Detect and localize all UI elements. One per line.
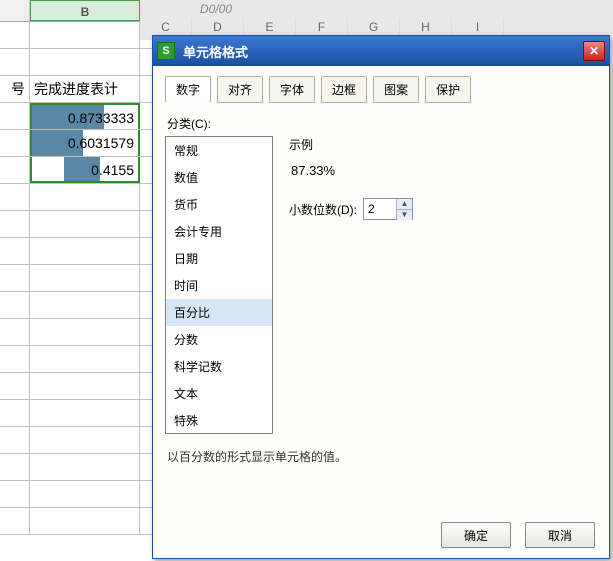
cat-number[interactable]: 数值 [166,164,272,191]
cancel-button[interactable]: 取消 [525,522,595,548]
cell-col-title[interactable]: 完成进度表计 [30,76,140,102]
cell-format-dialog: S 单元格格式 ✕ 数字 对齐 字体 边框 图案 保护 分类(C): 常规 数值… [152,35,610,559]
tab-number[interactable]: 数字 [165,76,211,103]
grid-row: 0.6031579 [0,130,155,157]
example-value: 87.33% [291,163,597,178]
example-box: 示例 87.33% [289,136,597,178]
grid-row: 0.8733333 [0,103,155,130]
formula-bar[interactable]: D0/00 [200,2,232,16]
cell-B-1[interactable]: 0.8733333 [30,103,140,129]
dialog-title: 单元格格式 [183,42,583,61]
tab-bar: 数字 对齐 字体 边框 图案 保护 [165,76,597,103]
cat-scientific[interactable]: 科学记数 [166,353,272,380]
main-row: 常规 数值 货币 会计专用 日期 时间 百分比 分数 科学记数 文本 特殊 自定… [165,136,597,434]
dialog-body: 数字 对齐 字体 边框 图案 保护 分类(C): 常规 数值 货币 会计专用 日… [153,66,609,508]
cell-B-3[interactable]: 0.4155 [30,157,140,183]
grid-rows: 号 完成进度表计 0.8733333 0.6031579 0.4155 [0,22,155,535]
cat-text[interactable]: 文本 [166,380,272,407]
decimal-places-row: 小数位数(D): ▲ ▼ [289,198,597,220]
tab-protection[interactable]: 保护 [425,76,471,103]
decimal-label: 小数位数(D): [289,201,357,218]
cat-time[interactable]: 时间 [166,272,272,299]
category-label: 分类(C): [167,115,597,132]
top-chrome: D0/00 C D E F G H I [140,0,613,40]
spreadsheet-background: B 号 完成进度表计 0.8733333 0.6031579 0.4155 [0,0,155,561]
col-header-corner[interactable] [0,0,30,21]
cat-date[interactable]: 日期 [166,245,272,272]
spinner-up-icon[interactable]: ▲ [397,199,412,210]
dialog-titlebar[interactable]: S 单元格格式 ✕ [153,36,609,66]
grid-row-header: 号 完成进度表计 [0,76,155,103]
decimal-spinner[interactable]: ▲ ▼ [363,198,413,220]
cat-general[interactable]: 常规 [166,137,272,164]
tab-alignment[interactable]: 对齐 [217,76,263,103]
cat-percentage[interactable]: 百分比 [166,299,272,326]
dialog-button-row: 确定 取消 [441,522,595,548]
grid-row: 0.4155 [0,157,155,184]
cat-accounting[interactable]: 会计专用 [166,218,272,245]
cat-fraction[interactable]: 分数 [166,326,272,353]
decimal-input[interactable] [364,199,396,219]
tab-font[interactable]: 字体 [269,76,315,103]
cell-B-2[interactable]: 0.6031579 [30,130,140,156]
category-list[interactable]: 常规 数值 货币 会计专用 日期 时间 百分比 分数 科学记数 文本 特殊 自定… [165,136,273,434]
example-label: 示例 [289,136,597,153]
ok-button[interactable]: 确定 [441,522,511,548]
app-icon: S [157,42,175,60]
cat-special[interactable]: 特殊 [166,407,272,434]
col-header-B[interactable]: B [30,0,140,21]
column-header-row: B [0,0,155,22]
format-help-text: 以百分数的形式显示单元格的值。 [167,448,597,465]
cat-currency[interactable]: 货币 [166,191,272,218]
right-pane: 示例 87.33% 小数位数(D): ▲ ▼ [289,136,597,434]
cell-row-label[interactable]: 号 [0,76,30,102]
close-icon[interactable]: ✕ [583,41,605,61]
grid-row [0,49,155,76]
tab-border[interactable]: 边框 [321,76,367,103]
spinner-down-icon[interactable]: ▼ [397,210,412,220]
grid-row [0,22,155,49]
tab-pattern[interactable]: 图案 [373,76,419,103]
